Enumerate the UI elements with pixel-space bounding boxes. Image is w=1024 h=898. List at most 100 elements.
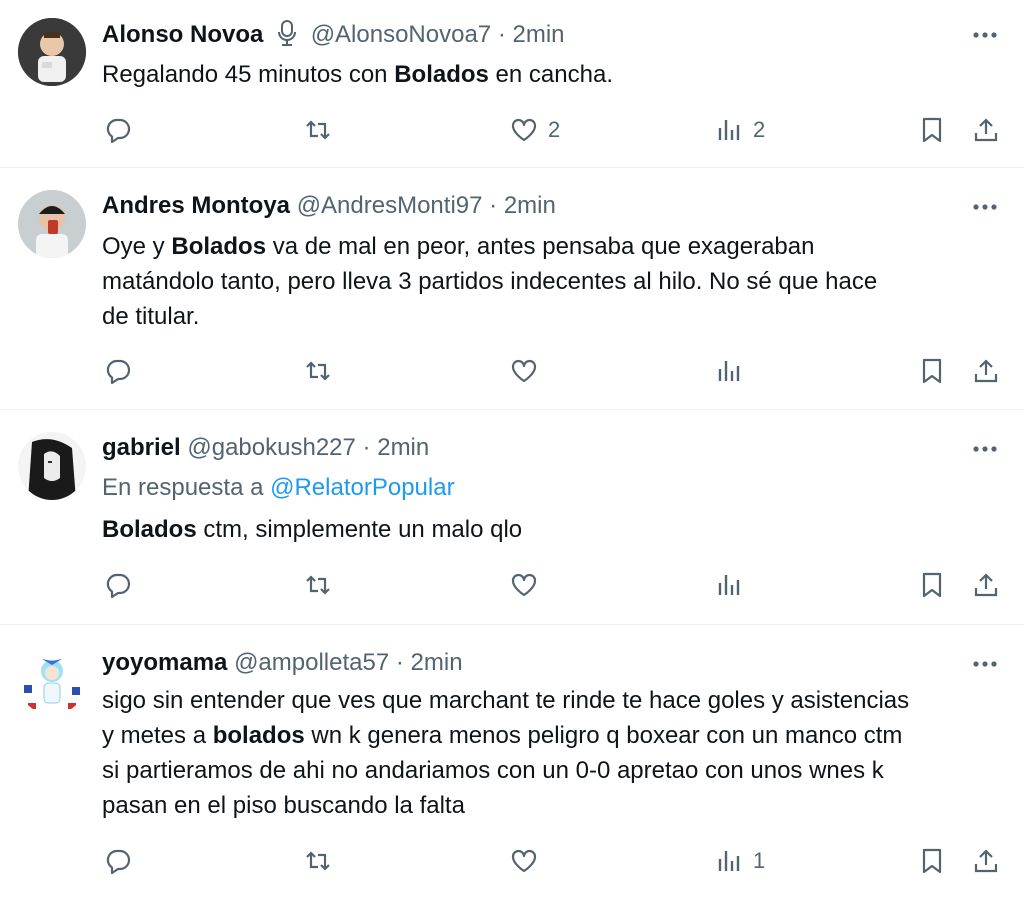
text-line: y metes a bolados wn k genera menos peli…	[102, 718, 1002, 753]
bookmark-button[interactable]	[918, 565, 946, 605]
tweet-feed: Alonso Novoa @AlonsoNovoa7 · 2min Regala…	[0, 0, 1024, 898]
avatar[interactable]	[18, 432, 86, 500]
reply-button[interactable]	[104, 351, 132, 391]
author-name[interactable]: Alonso Novoa	[102, 21, 263, 48]
author-name[interactable]: yoyomama	[102, 649, 227, 676]
tweet[interactable]: Alonso Novoa @AlonsoNovoa7 · 2min Regala…	[0, 0, 1024, 168]
retweet-icon	[304, 847, 332, 875]
bookmark-button[interactable]	[918, 351, 946, 391]
share-button[interactable]	[972, 565, 1000, 605]
tweet-text: Bolados ctm, simplemente un malo qlo	[102, 512, 1002, 547]
heart-icon	[510, 571, 538, 599]
bookmark-icon	[918, 571, 946, 599]
reply-button[interactable]	[104, 841, 132, 881]
timestamp[interactable]: 2min	[377, 434, 429, 461]
tweet[interactable]: Andres Montoya @AndresMonti97 · 2min Oye…	[0, 168, 1024, 410]
reply-button[interactable]	[104, 565, 132, 605]
author-handle[interactable]: @AndresMonti97	[297, 192, 483, 219]
timestamp[interactable]: 2min	[411, 649, 463, 676]
views-icon	[715, 357, 743, 385]
tweet-header: Andres Montoya @AndresMonti97 · 2min	[102, 192, 556, 220]
timestamp[interactable]: 2min	[513, 21, 565, 48]
tweet[interactable]: yoyomama @ampolleta57 · 2min sigo sin en…	[0, 625, 1024, 898]
tweet-text: Oye y Bolados va de mal en peor, antes p…	[102, 229, 1002, 334]
separator-dot: ·	[362, 434, 371, 461]
like-button[interactable]	[510, 841, 538, 881]
more-icon[interactable]	[972, 30, 998, 40]
bookmark-icon	[918, 116, 946, 144]
views-count: 1	[753, 848, 766, 873]
share-icon	[972, 847, 1000, 875]
views-button[interactable]: 2	[715, 110, 765, 150]
replying-label: En respuesta a	[102, 474, 271, 501]
replying-to-link[interactable]: @RelatorPopular	[270, 474, 454, 501]
bookmark-button[interactable]	[918, 841, 946, 881]
tweet-header: yoyomama @ampolleta57 · 2min	[102, 649, 463, 677]
share-button[interactable]	[972, 841, 1000, 881]
separator-dot: ·	[395, 649, 404, 676]
author-name[interactable]: gabriel	[102, 434, 181, 461]
more-icon[interactable]	[972, 659, 998, 669]
avatar[interactable]	[18, 647, 86, 715]
text-line: Oye y Bolados va de mal en peor, antes p…	[102, 229, 1002, 264]
retweet-icon	[304, 357, 332, 385]
heart-icon	[510, 847, 538, 875]
heart-icon	[510, 116, 538, 144]
text-segment: ctm, simplemente un malo qlo	[196, 516, 523, 543]
retweet-icon	[304, 116, 332, 144]
reply-icon	[104, 571, 132, 599]
timestamp[interactable]: 2min	[504, 192, 556, 219]
bookmark-button[interactable]	[918, 110, 946, 150]
text-line: sigo sin entender que ves que marchant t…	[102, 687, 910, 714]
retweet-button[interactable]	[304, 351, 332, 391]
share-icon	[972, 571, 1000, 599]
views-button[interactable]	[715, 351, 743, 391]
retweet-button[interactable]	[304, 841, 332, 881]
avatar[interactable]	[18, 190, 86, 258]
views-button[interactable]	[715, 565, 743, 605]
tweet-text: sigo sin entender que ves que marchant t…	[102, 683, 1002, 823]
text-segment: Regalando 45 minutos con	[102, 61, 395, 88]
text-segment: y metes a	[102, 722, 213, 749]
reply-icon	[104, 847, 132, 875]
like-button[interactable]	[510, 565, 538, 605]
text-segment: en cancha.	[488, 61, 613, 88]
separator-dot: ·	[497, 21, 506, 48]
views-button[interactable]: 1	[715, 841, 765, 881]
action-bar: 1	[0, 841, 1024, 881]
retweet-button[interactable]	[304, 565, 332, 605]
share-button[interactable]	[972, 351, 1000, 391]
more-icon[interactable]	[972, 202, 998, 212]
action-bar	[0, 565, 1024, 605]
reply-button[interactable]	[104, 110, 132, 150]
like-button[interactable]	[510, 351, 538, 391]
retweet-button[interactable]	[304, 110, 332, 150]
reply-icon	[104, 357, 132, 385]
like-button[interactable]: 2	[510, 110, 560, 150]
author-handle[interactable]: @gabokush227	[187, 434, 356, 461]
bookmark-icon	[918, 847, 946, 875]
text-segment-bold: Bolados	[171, 233, 267, 260]
tweet[interactable]: gabriel @gabokush227 · 2min En respuesta…	[0, 410, 1024, 625]
text-line: matándolo tanto, pero lleva 3 partidos i…	[102, 268, 878, 295]
views-icon	[715, 116, 743, 144]
text-line: de titular.	[102, 303, 200, 330]
retweet-icon	[304, 571, 332, 599]
avatar[interactable]	[18, 18, 86, 86]
more-icon[interactable]	[972, 444, 998, 454]
share-button[interactable]	[972, 110, 1000, 150]
tweet-header: gabriel @gabokush227 · 2min	[102, 434, 429, 462]
views-count: 2	[753, 117, 766, 142]
reply-icon	[104, 116, 132, 144]
bookmark-icon	[918, 357, 946, 385]
author-handle[interactable]: @ampolleta57	[234, 649, 389, 676]
author-name[interactable]: Andres Montoya	[102, 192, 290, 219]
text-segment: va de mal en peor, antes pensaba que exa…	[266, 233, 815, 260]
share-icon	[972, 116, 1000, 144]
text-segment-bold: Bolados	[102, 516, 197, 543]
text-segment-bold: Bolados	[394, 61, 489, 88]
tweet-header: Alonso Novoa @AlonsoNovoa7 · 2min	[102, 20, 565, 53]
separator-dot: ·	[489, 192, 498, 219]
author-handle[interactable]: @AlonsoNovoa7	[311, 21, 491, 48]
views-icon	[715, 847, 743, 875]
